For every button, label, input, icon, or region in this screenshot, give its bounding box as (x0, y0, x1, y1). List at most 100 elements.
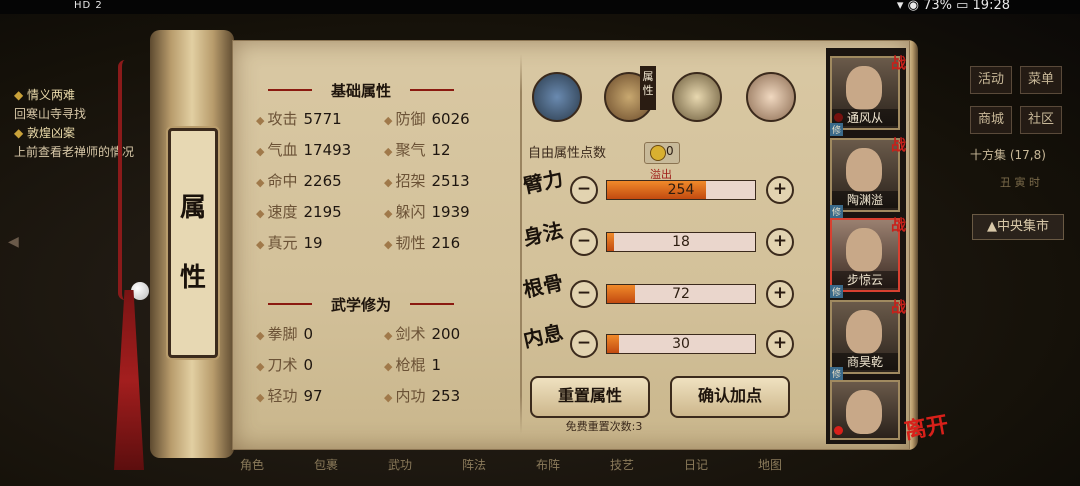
time-label: 19:28 (972, 0, 1010, 13)
market-count: (17,8) (1009, 148, 1046, 162)
market-label[interactable]: 十方集 (17,8) (970, 146, 1064, 168)
free-reset-count: 免费重置次数:3 (565, 420, 643, 433)
attr-progress-bar: 30 (606, 334, 756, 354)
diamond-icon: ◆ (384, 145, 393, 158)
market-name: 十方集 (970, 148, 1007, 162)
reset-attributes-button[interactable]: 重置属性 (530, 376, 650, 418)
stat-hit: ◆ 命中 2265 (256, 170, 342, 192)
stat-spear: ◆ 枪棍 1 (384, 354, 441, 376)
stat-value: 1 (431, 356, 442, 374)
stat-sword: ◆ 剑术 200 (384, 323, 460, 345)
diamond-icon: ◆ (384, 329, 393, 342)
party-member-1[interactable]: 通风从战修 (830, 54, 906, 136)
plus-button[interactable]: + (766, 176, 794, 204)
portrait (846, 66, 882, 110)
stat-name: 招架 (395, 172, 426, 190)
community-button[interactable]: 社区 (1020, 106, 1062, 134)
quest-desc-2: 上前查看老禅师的情况 (14, 145, 135, 159)
party-member-2[interactable]: 陶渊溢战修 (830, 136, 906, 218)
bottom-item-diary[interactable]: 日记 (684, 456, 708, 473)
stat-value: 97 (303, 387, 323, 405)
battery-icon: ▭ (956, 0, 973, 13)
minus-button[interactable]: − (570, 330, 598, 358)
coin-icon (650, 145, 666, 161)
collapse-left-icon[interactable]: ◀ (8, 234, 26, 252)
party-member-5[interactable] (830, 380, 900, 440)
stat-true-essence: ◆ 真元 19 (256, 232, 323, 254)
bottom-item-bag[interactable]: 包裹 (314, 456, 338, 473)
attr-progress-bar: 18 (606, 232, 756, 252)
basic-attributes-heading: 基础属性 (256, 80, 466, 100)
scroll-title-char-1: 属 (179, 193, 206, 223)
diamond-icon: ◆ (256, 329, 265, 342)
bottom-item-kungfu[interactable]: 武功 (388, 456, 412, 473)
hat-icon[interactable] (532, 72, 582, 122)
stat-name: 韧性 (395, 234, 426, 252)
diamond-icon: ◆ (256, 238, 265, 251)
party-member-4[interactable]: 商昊乾战修 (830, 298, 906, 380)
bottom-item-role[interactable]: 角色 (240, 456, 264, 473)
quest-title-1[interactable]: 情义两难 (27, 88, 75, 102)
diamond-icon: ◆ (384, 391, 393, 404)
stat-name: 内功 (395, 387, 426, 405)
quest-title-2[interactable]: 敦煌凶案 (27, 126, 75, 140)
scroll-title-label: 属 性 (168, 128, 218, 358)
panel-divider (520, 54, 522, 434)
plus-button[interactable]: + (766, 228, 794, 256)
attr-value: 30 (672, 336, 690, 352)
bottom-item-skill[interactable]: 技艺 (610, 456, 634, 473)
free-points-label: 自由属性点数 (528, 146, 607, 161)
stat-value: 12 (431, 141, 451, 159)
stat-value: 2513 (431, 172, 470, 190)
plus-button[interactable]: + (766, 330, 794, 358)
stat-blade: ◆ 刀术 0 (256, 354, 313, 376)
stat-value: 253 (431, 387, 461, 405)
diamond-icon: ◆ (384, 360, 393, 373)
bottom-item-deploy[interactable]: 布阵 (536, 456, 560, 473)
stat-dodge: ◆ 躲闪 1939 (384, 201, 470, 223)
tab-attributes[interactable]: 属性 (640, 66, 656, 110)
attr-name: 根骨 (521, 270, 566, 302)
attr-value: 18 (672, 234, 690, 250)
scroll-cord (118, 60, 132, 300)
quest-desc-1: 回寒山寺寻找 (14, 107, 87, 121)
quest-tracker[interactable]: ◆ 情义两难 回寒山寺寻找 ◆ 敦煌凶案 上前查看老禅师的情况 (14, 86, 164, 162)
stat-toughness: ◆ 韧性 216 (384, 232, 460, 254)
party-member-3[interactable]: 步惊云战修 (830, 216, 906, 298)
stat-value: 1939 (431, 203, 470, 221)
stat-name: 攻击 (267, 110, 298, 128)
attr-name: 身法 (521, 218, 566, 250)
bottom-item-map[interactable]: 地图 (758, 456, 782, 473)
activity-button[interactable]: 活动 (970, 66, 1012, 94)
minus-button[interactable]: − (570, 280, 598, 308)
diamond-icon: ◆ (14, 126, 28, 140)
stat-name: 速度 (267, 203, 298, 221)
confirm-points-button[interactable]: 确认加点 (670, 376, 790, 418)
cultivate-tag: 修 (830, 205, 844, 218)
attr-progress-bar: 72 (606, 284, 756, 304)
attr-value: 254 (667, 182, 695, 198)
cultivate-tag: 修 (830, 367, 844, 380)
diamond-icon: ◆ (256, 207, 265, 220)
clock-area: ▾ ◉ 73% ▭ 19:28 (897, 0, 1010, 13)
body-icon[interactable] (746, 72, 796, 122)
location-button[interactable]: ▲中央集市 (972, 214, 1064, 240)
bottom-item-formation[interactable]: 阵法 (462, 456, 486, 473)
cultivate-tag: 修 (830, 285, 844, 298)
plus-button[interactable]: + (766, 280, 794, 308)
minus-button[interactable]: − (570, 228, 598, 256)
stat-name: 真元 (267, 234, 298, 252)
stat-value: 216 (431, 234, 461, 252)
stat-name: 轻功 (267, 387, 298, 405)
shop-button[interactable]: 商城 (970, 106, 1012, 134)
stat-value: 2265 (303, 172, 342, 190)
stat-name: 聚气 (395, 141, 426, 159)
menu-button[interactable]: 菜单 (1020, 66, 1062, 94)
battery-label: 73% (923, 0, 952, 13)
bagua-icon[interactable] (672, 72, 722, 122)
minus-button[interactable]: − (570, 176, 598, 204)
time-of-day: 丑 寅 时 (1000, 176, 1040, 189)
bottom-menu-bar: 角色 包裹 武功 阵法 布阵 技艺 日记 地图 (240, 448, 860, 486)
stat-value: 6026 (431, 110, 470, 128)
attr-name: 臂力 (521, 166, 566, 198)
